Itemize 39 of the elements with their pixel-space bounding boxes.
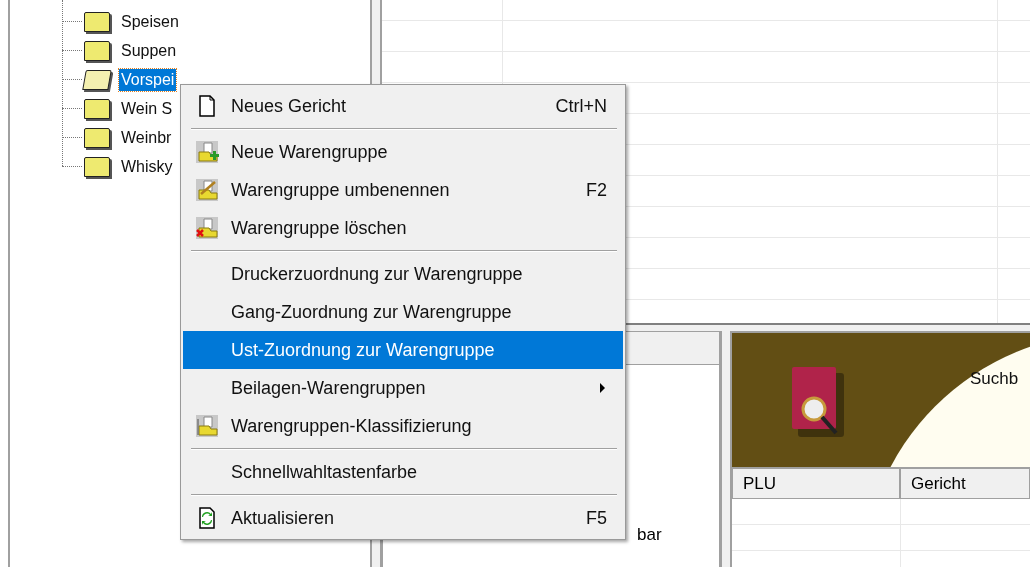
column-header[interactable]: PLU bbox=[732, 469, 900, 499]
tree-item[interactable]: Suppen bbox=[119, 39, 179, 62]
menu-item-label: Neue Warengruppe bbox=[231, 141, 389, 163]
label-text: bar bbox=[637, 525, 662, 544]
tree-item[interactable]: Speisen bbox=[119, 10, 181, 33]
folder-pencil-icon bbox=[195, 178, 219, 202]
menu-item-label: Beilagen-Warengruppen bbox=[231, 377, 427, 399]
tree-item[interactable]: Whisky bbox=[119, 155, 175, 178]
menu-item[interactable]: Druckerzuordnung zur Warengruppe bbox=[183, 255, 623, 293]
menu-item[interactable]: Ust-Zuordnung zur Warengruppe bbox=[183, 331, 623, 369]
tree-item[interactable]: Vorspei bbox=[119, 68, 177, 91]
menu-item[interactable]: Warengruppe löschen bbox=[183, 209, 623, 247]
menu-item-label: Warengruppe löschen bbox=[231, 217, 408, 239]
menu-item[interactable]: Beilagen-Warengruppen bbox=[183, 369, 623, 407]
tree-item[interactable]: Wein S bbox=[119, 97, 175, 120]
menu-item[interactable]: Aktualisieren F5 bbox=[183, 499, 623, 537]
folder-stack-icon bbox=[195, 414, 219, 438]
menu-item-label: Gang-Zuordnung zur Warengruppe bbox=[231, 301, 513, 323]
menu-item-label: Druckerzuordnung zur Warengruppe bbox=[231, 263, 524, 285]
menu-item[interactable]: Neues Gericht Ctrl+N bbox=[183, 87, 623, 125]
shortcut-text: F2 bbox=[586, 179, 607, 201]
folder-cross-icon bbox=[195, 216, 219, 240]
column-header[interactable]: Gericht bbox=[900, 469, 1030, 499]
menu-item-label: Warengruppe umbenennen bbox=[231, 179, 451, 201]
menu-item[interactable]: Gang-Zuordnung zur Warengruppe bbox=[183, 293, 623, 331]
menu-item-label: Ust-Zuordnung zur Warengruppe bbox=[231, 339, 496, 361]
menu-item[interactable]: Warengruppe umbenennen F2 bbox=[183, 171, 623, 209]
menu-item-label: Aktualisieren bbox=[231, 507, 336, 529]
menu-item-label: Warengruppen-Klassifizierung bbox=[231, 415, 473, 437]
menu-item[interactable]: Neue Warengruppe bbox=[183, 133, 623, 171]
tree-item[interactable]: Weinbr bbox=[119, 126, 174, 149]
menu-item[interactable]: Schnellwahltastenfarbe bbox=[183, 453, 623, 491]
menu-item-label: Neues Gericht bbox=[231, 95, 348, 117]
folder-plus-icon bbox=[195, 140, 219, 164]
shortcut-text: Ctrl+N bbox=[555, 95, 607, 117]
banner-title: Suchb bbox=[970, 369, 1019, 389]
menu-item-label: Schnellwahltastenfarbe bbox=[231, 461, 419, 483]
menu-item[interactable]: Warengruppen-Klassifizierung bbox=[183, 407, 623, 445]
shortcut-text: F5 bbox=[586, 507, 607, 529]
